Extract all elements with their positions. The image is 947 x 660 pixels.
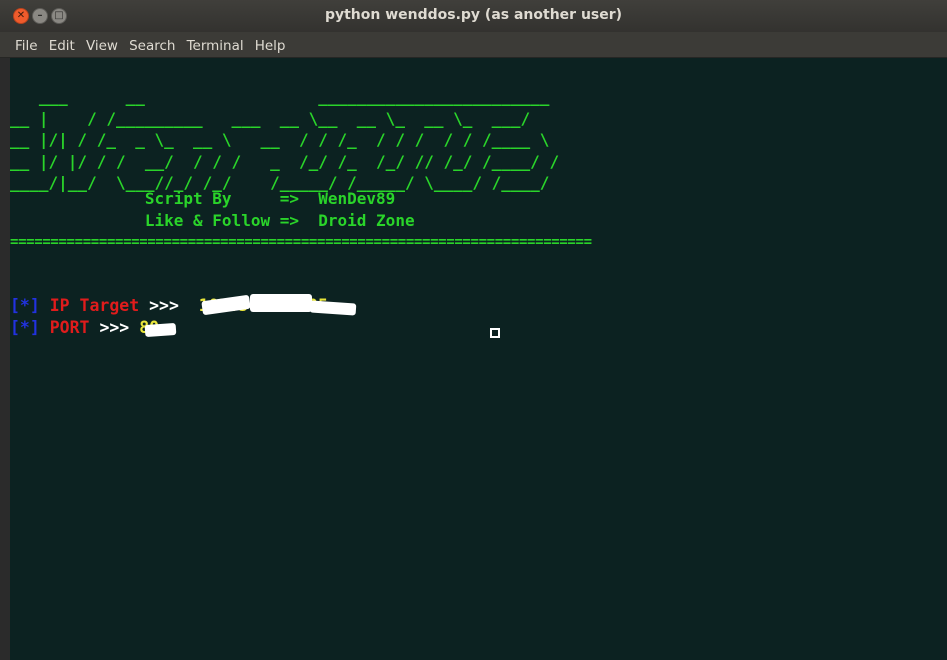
prompt-marker: [*]	[10, 296, 40, 315]
credits: Script By => WenDev89 Like & Follow => D…	[10, 188, 415, 231]
ascii-banner: ___ __ ________________________ __ | / /…	[10, 87, 560, 192]
prompt-arrows: >>>	[149, 296, 179, 315]
prompt-marker: [*]	[10, 318, 40, 337]
prompt-arrows: >>>	[99, 318, 130, 337]
menu-terminal[interactable]: Terminal	[187, 38, 244, 54]
port-prompt: [*] PORT >>> 80	[10, 318, 159, 337]
redaction-mark	[144, 322, 177, 338]
credit-script-by: Script By => WenDev89	[10, 189, 396, 208]
menu-bar: File Edit View Search Terminal Help	[0, 32, 947, 58]
credit-like-follow: Like & Follow => Droid Zone	[10, 210, 415, 230]
title-bar[interactable]: ✕ – □ python wenddos.py (as another user…	[0, 0, 947, 32]
menu-view[interactable]: View	[86, 38, 118, 54]
terminal-output[interactable]: ___ __ ________________________ __ | / /…	[10, 58, 947, 660]
window-title: python wenddos.py (as another user)	[324, 7, 623, 23]
menu-edit[interactable]: Edit	[49, 38, 75, 54]
menu-file[interactable]: File	[15, 38, 38, 54]
ip-target-label: IP Target	[49, 296, 140, 315]
menu-help[interactable]: Help	[255, 38, 286, 54]
menu-search[interactable]: Search	[129, 38, 175, 54]
separator-line: ========================================…	[10, 234, 592, 250]
terminal-cursor	[490, 328, 500, 338]
port-label: PORT	[49, 318, 90, 337]
redaction-mark	[250, 294, 312, 312]
terminal-window: ✕ – □ python wenddos.py (as another user…	[0, 0, 947, 660]
